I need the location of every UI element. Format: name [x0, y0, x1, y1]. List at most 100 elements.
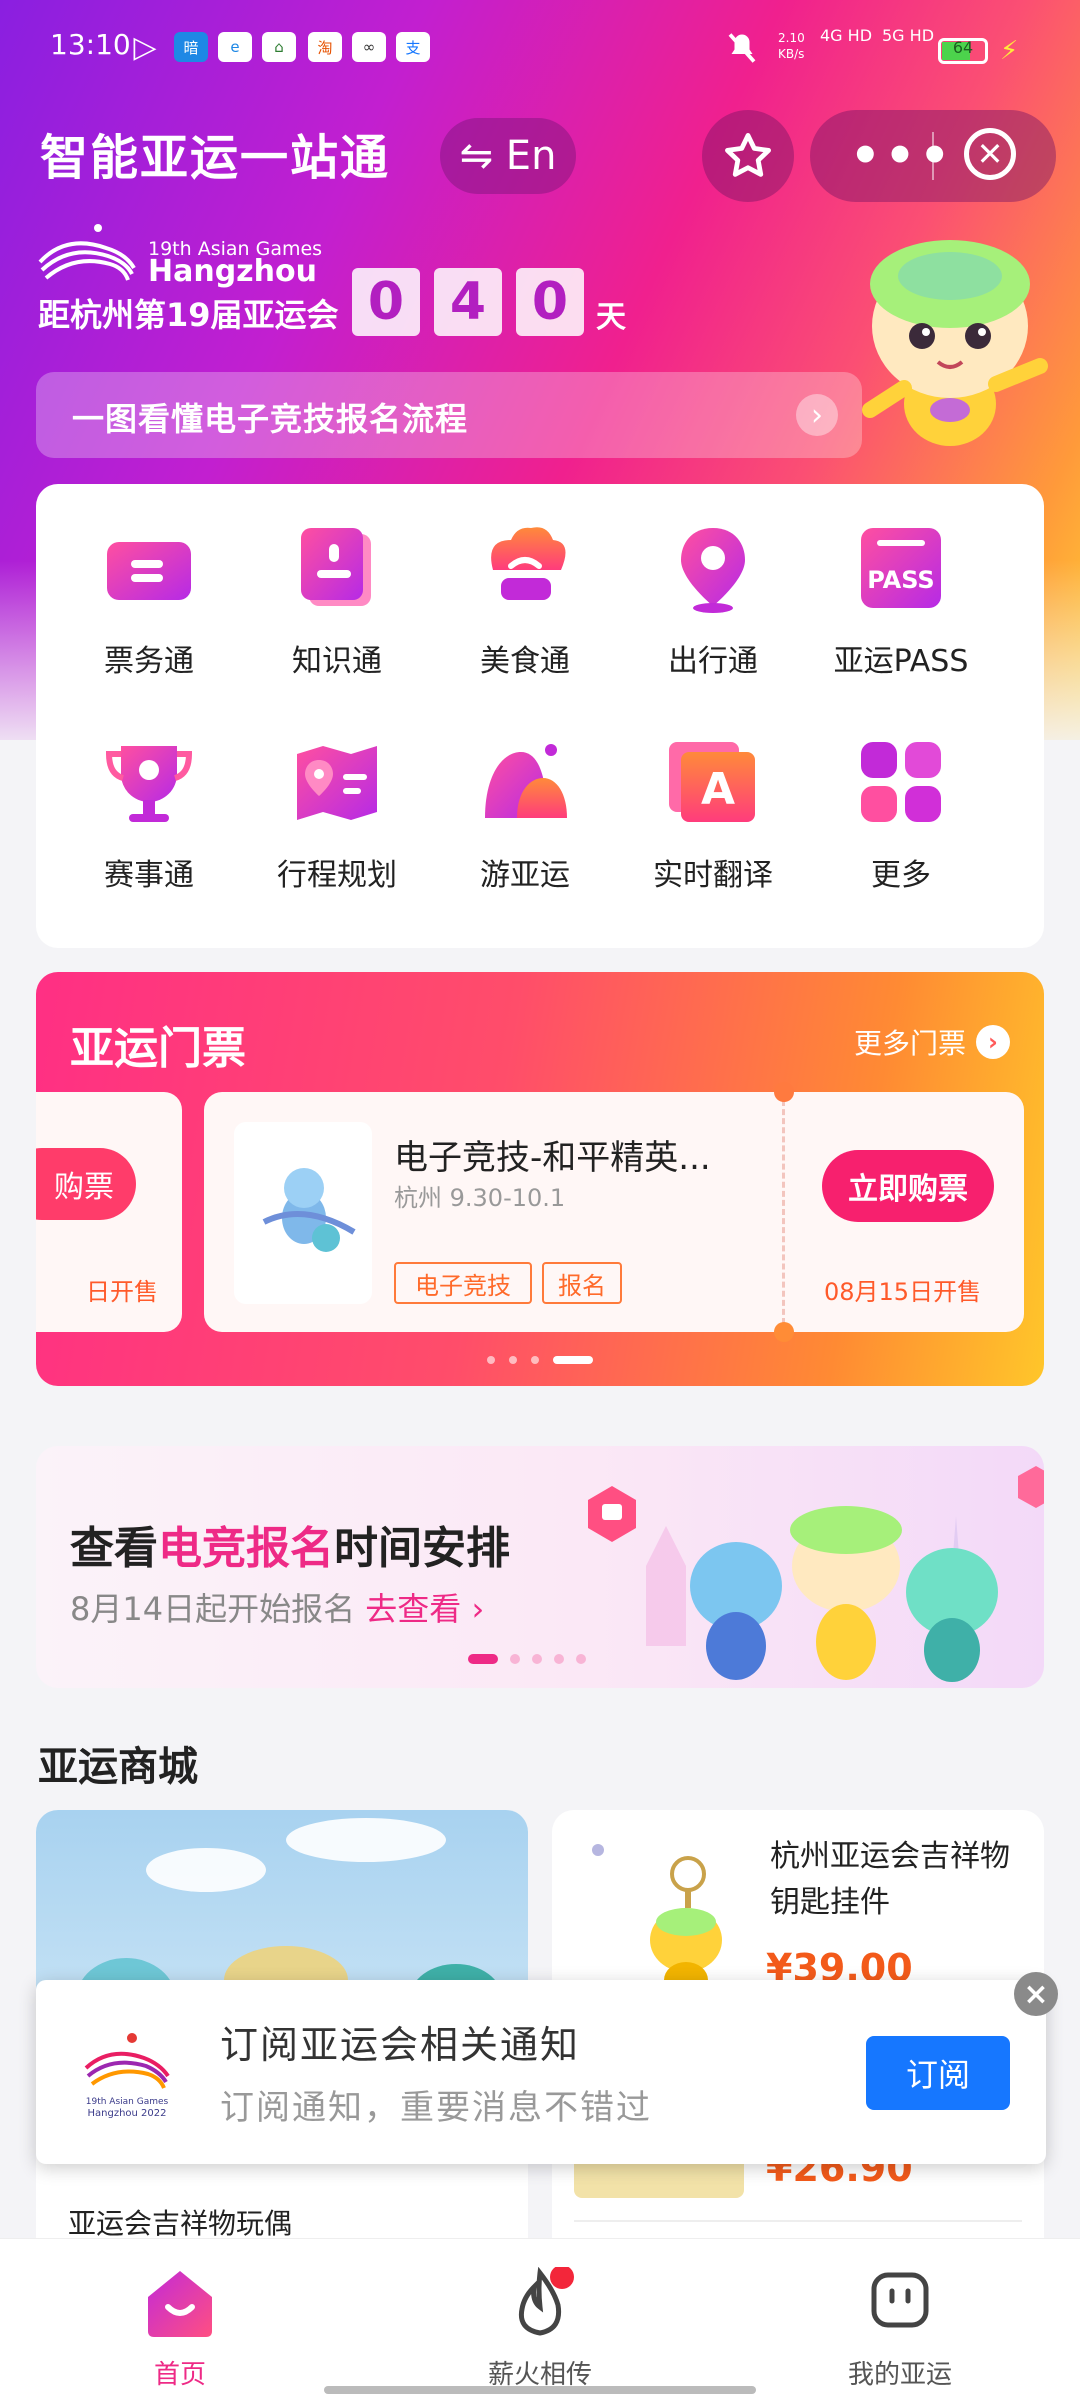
status-time: 13:10	[50, 28, 131, 61]
service-label: 更多	[871, 858, 931, 893]
ticket-name: 电子竞技-和平精英...	[394, 1138, 711, 1178]
network-speed: 2.10 KB/s	[778, 31, 805, 61]
favorite-button[interactable]	[702, 110, 794, 202]
network-4g: 4G HD	[820, 26, 873, 45]
service-more[interactable]: 更多	[806, 698, 996, 898]
countdown-digit: 0	[352, 268, 420, 336]
countdown-label: 距杭州第19届亚运会	[38, 296, 339, 334]
service-pass[interactable]: PASS 亚运PASS	[806, 484, 996, 684]
capsule-divider	[932, 132, 934, 180]
more-tickets-label: 更多门票	[853, 1027, 966, 1060]
svg-text:Hangzhou 2022: Hangzhou 2022	[87, 2108, 166, 2119]
sale-date: 08月15日开售	[824, 1278, 982, 1306]
svg-text:PASS: PASS	[867, 566, 934, 594]
grid-icon	[861, 742, 941, 822]
countdown-digit: 4	[434, 268, 502, 336]
service-label: 出行通	[668, 644, 758, 679]
chevron-right-icon: ›	[796, 394, 838, 436]
pass-icon: PASS	[861, 528, 941, 608]
home-icon	[148, 2271, 212, 2337]
service-events[interactable]: 赛事通	[54, 698, 244, 898]
ticket-date: 杭州 9.30-10.1	[394, 1184, 566, 1212]
service-label: 亚运PASS	[833, 644, 969, 679]
logo-text-line2: Hangzhou	[148, 254, 317, 289]
close-popup-button[interactable]: ×	[1014, 1972, 1058, 2016]
esports-guide-banner[interactable]: 一图看懂电子竞技报名流程 ›	[36, 372, 862, 458]
more-tickets-link[interactable]: 更多门票 ›	[854, 1022, 1010, 1062]
profile-icon	[871, 2272, 929, 2328]
promo-subtitle: 8月14日起开始报名 去查看 ›	[70, 1590, 485, 1628]
view-link[interactable]: 去查看 ›	[365, 1590, 484, 1628]
ticket-notch	[774, 1322, 794, 1342]
service-label: 游亚运	[480, 858, 570, 893]
tab-torch[interactable]: 薪火相传	[430, 2265, 650, 2391]
sale-date: 日开售	[86, 1278, 158, 1306]
video-app-icon: ▷	[133, 29, 157, 65]
countdown-unit: 天	[596, 300, 626, 335]
product-name: 亚运会吉祥物玩偶	[68, 2207, 293, 2240]
carousel-indicator	[36, 1356, 1044, 1364]
tab-mine[interactable]: 我的亚运	[790, 2267, 1010, 2391]
services-grid: 票务通 知识通 美食通 出行通 PASS 亚运PASS 赛事通 行程规划 游亚运…	[36, 484, 1044, 948]
carousel-indicator	[468, 1654, 586, 1664]
subscribe-button[interactable]: 订阅	[866, 2036, 1010, 2110]
tab-label: 我的亚运	[847, 2360, 952, 2390]
ticket-tag: 电子竞技	[394, 1262, 532, 1304]
service-itinerary[interactable]: 行程规划	[242, 698, 432, 898]
service-knowledge[interactable]: 知识通	[242, 484, 432, 684]
mascot-illustration	[862, 240, 1048, 446]
buy-now-button[interactable]: 立即购票	[822, 1150, 994, 1222]
subscribe-subtitle: 订阅通知，重要消息不错过	[220, 2088, 652, 2128]
mascots-illustration	[588, 1466, 1044, 1682]
esports-schedule-banner[interactable]: 查看电竞报名时间安排 8月14日起开始报名 去查看 ›	[36, 1446, 1044, 1688]
map-icon	[297, 746, 377, 820]
service-label: 票务通	[104, 644, 194, 679]
service-label: 赛事通	[104, 858, 194, 893]
product-name: 杭州亚运会吉祥物钥匙挂件	[770, 1839, 1010, 1920]
ticket-icon	[107, 542, 191, 600]
home-app-icon: ⌂	[262, 32, 296, 62]
service-label: 知识通	[292, 644, 382, 679]
page-title: 智能亚运一站通	[40, 130, 391, 186]
service-translate[interactable]: A 实时翻译	[618, 698, 808, 898]
countdown-digit: 0	[516, 268, 584, 336]
translate-icon: A	[669, 742, 755, 822]
ticket-card[interactable]: 电子竞技-和平精英... 杭州 9.30-10.1 电子竞技 报名 立即购票 0…	[204, 1082, 1024, 1342]
language-toggle-button[interactable]: ⇋ En	[440, 118, 576, 194]
news-app-icon: 暗	[174, 32, 208, 62]
mall-title: 亚运商城	[38, 1744, 198, 1790]
bottom-tab-bar: 首页 薪火相传 我的亚运	[0, 2238, 1080, 2401]
service-travel[interactable]: 出行通	[618, 484, 808, 684]
alipay-app-icon: 支	[396, 32, 430, 62]
tickets-title: 亚运门票	[70, 1023, 246, 1074]
asian-games-logo	[38, 224, 136, 281]
service-label: 行程规划	[277, 858, 397, 893]
service-ticket[interactable]: 票务通	[54, 484, 244, 684]
ticket-card-previous[interactable]: 购票 日开售	[36, 1092, 182, 1332]
chevron-right-icon: ›	[976, 1025, 1010, 1059]
tab-home[interactable]: 首页	[70, 2267, 290, 2391]
star-icon	[725, 133, 771, 177]
status-bar: 13:10 ▷ 暗 e ⌂ 淘 ∞ 支 2.10 KB/s 4G HD 5G H…	[0, 0, 1080, 84]
close-button[interactable]: ✕	[964, 128, 1016, 180]
location-icon	[681, 528, 745, 613]
service-food[interactable]: 美食通	[430, 484, 620, 684]
service-label: 实时翻译	[653, 858, 773, 893]
mountain-icon	[485, 744, 567, 818]
network-5g: 5G HD	[882, 26, 935, 45]
flame-icon	[518, 2265, 574, 2336]
asian-games-logo: 19th Asian Games Hangzhou 2022	[84, 2033, 170, 2119]
more-options-button[interactable]: •••	[850, 110, 954, 202]
ticket-thumbnail	[234, 1122, 372, 1304]
divider	[574, 2220, 1022, 2222]
taobao-app-icon: 淘	[308, 32, 342, 62]
service-tour[interactable]: 游亚运	[430, 698, 620, 898]
battery-icon: 64	[938, 38, 988, 64]
buy-button[interactable]: 购票	[36, 1148, 136, 1220]
promo-title: 查看电竞报名时间安排	[70, 1523, 510, 1574]
trophy-icon	[105, 746, 193, 822]
home-indicator[interactable]	[324, 2386, 756, 2394]
ticket-notch	[774, 1082, 794, 1102]
service-label: 美食通	[480, 644, 570, 679]
mute-icon	[728, 33, 756, 63]
